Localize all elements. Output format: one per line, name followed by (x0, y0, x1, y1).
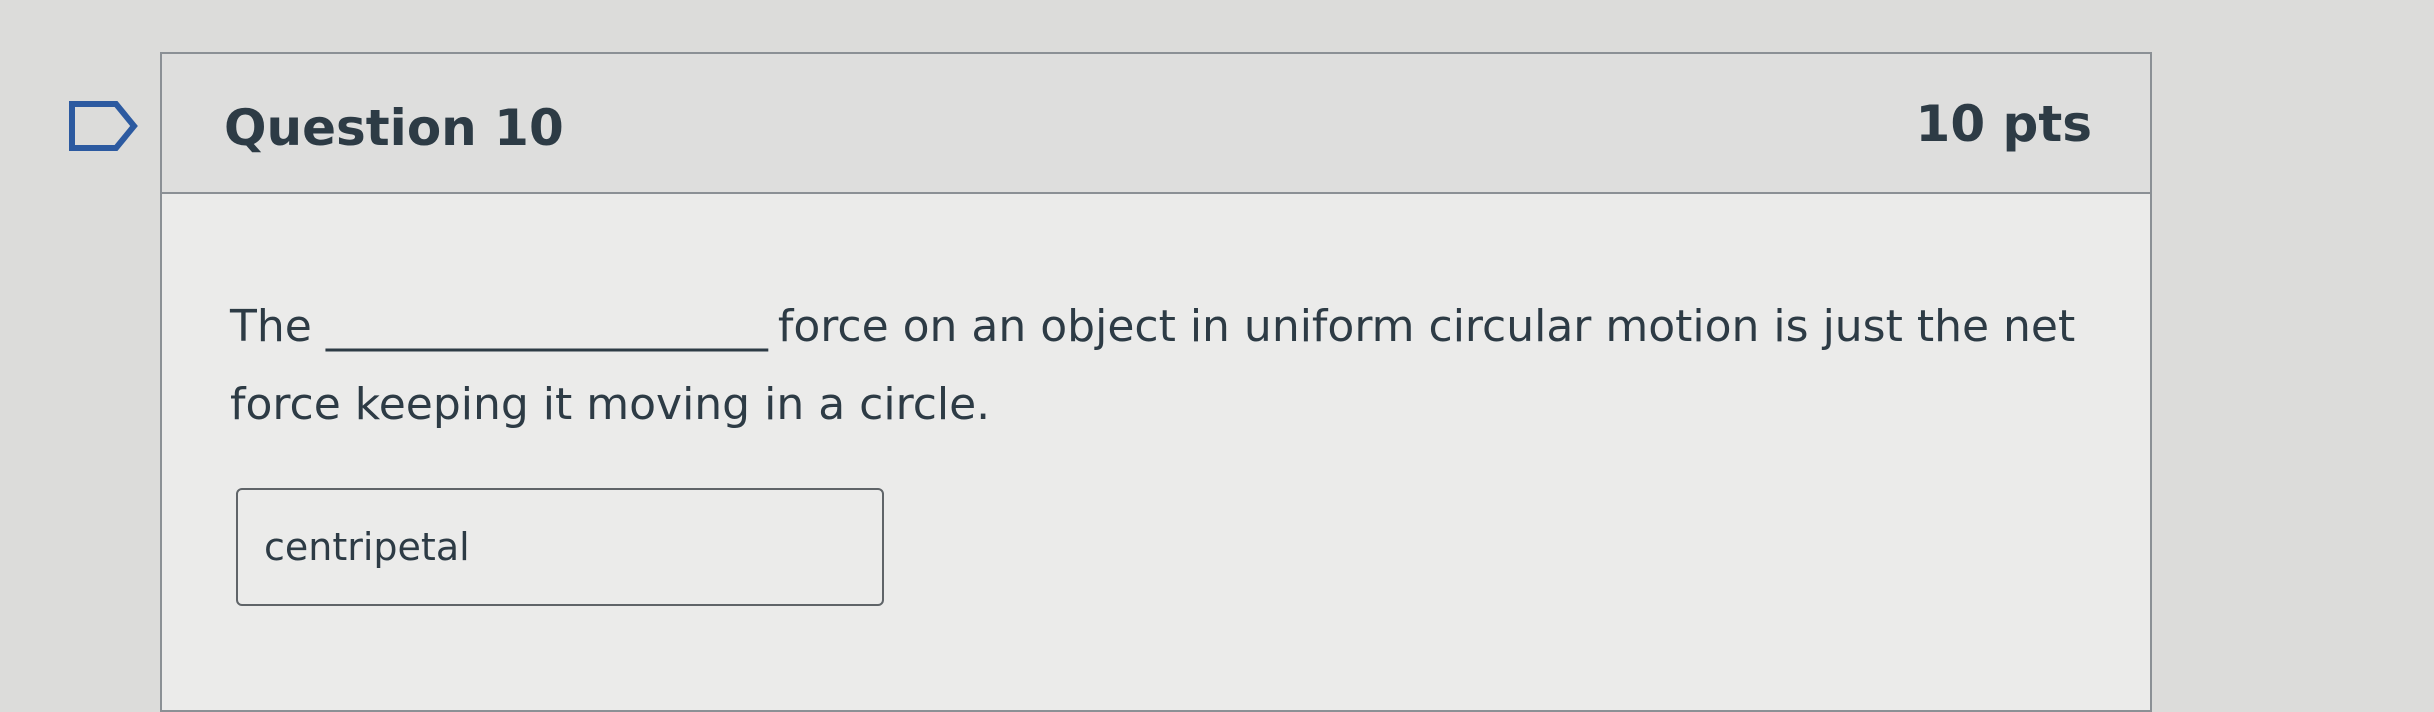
question-points: 10 pts (1915, 95, 2092, 153)
flag-question-icon (69, 101, 138, 151)
answer-blank: ______________________ (325, 301, 768, 352)
answer-value: centripetal (264, 525, 470, 569)
question-card: Question 10 10 pts The __________________… (160, 52, 2152, 712)
answer-input[interactable]: centripetal (236, 488, 884, 606)
question-text: The ______________________ force on an obj… (230, 288, 2130, 444)
question-text-start: The (230, 301, 312, 352)
question-header: Question 10 10 pts (162, 54, 2150, 194)
question-title: Question 10 (224, 99, 564, 157)
flag-question-button[interactable] (68, 100, 140, 152)
